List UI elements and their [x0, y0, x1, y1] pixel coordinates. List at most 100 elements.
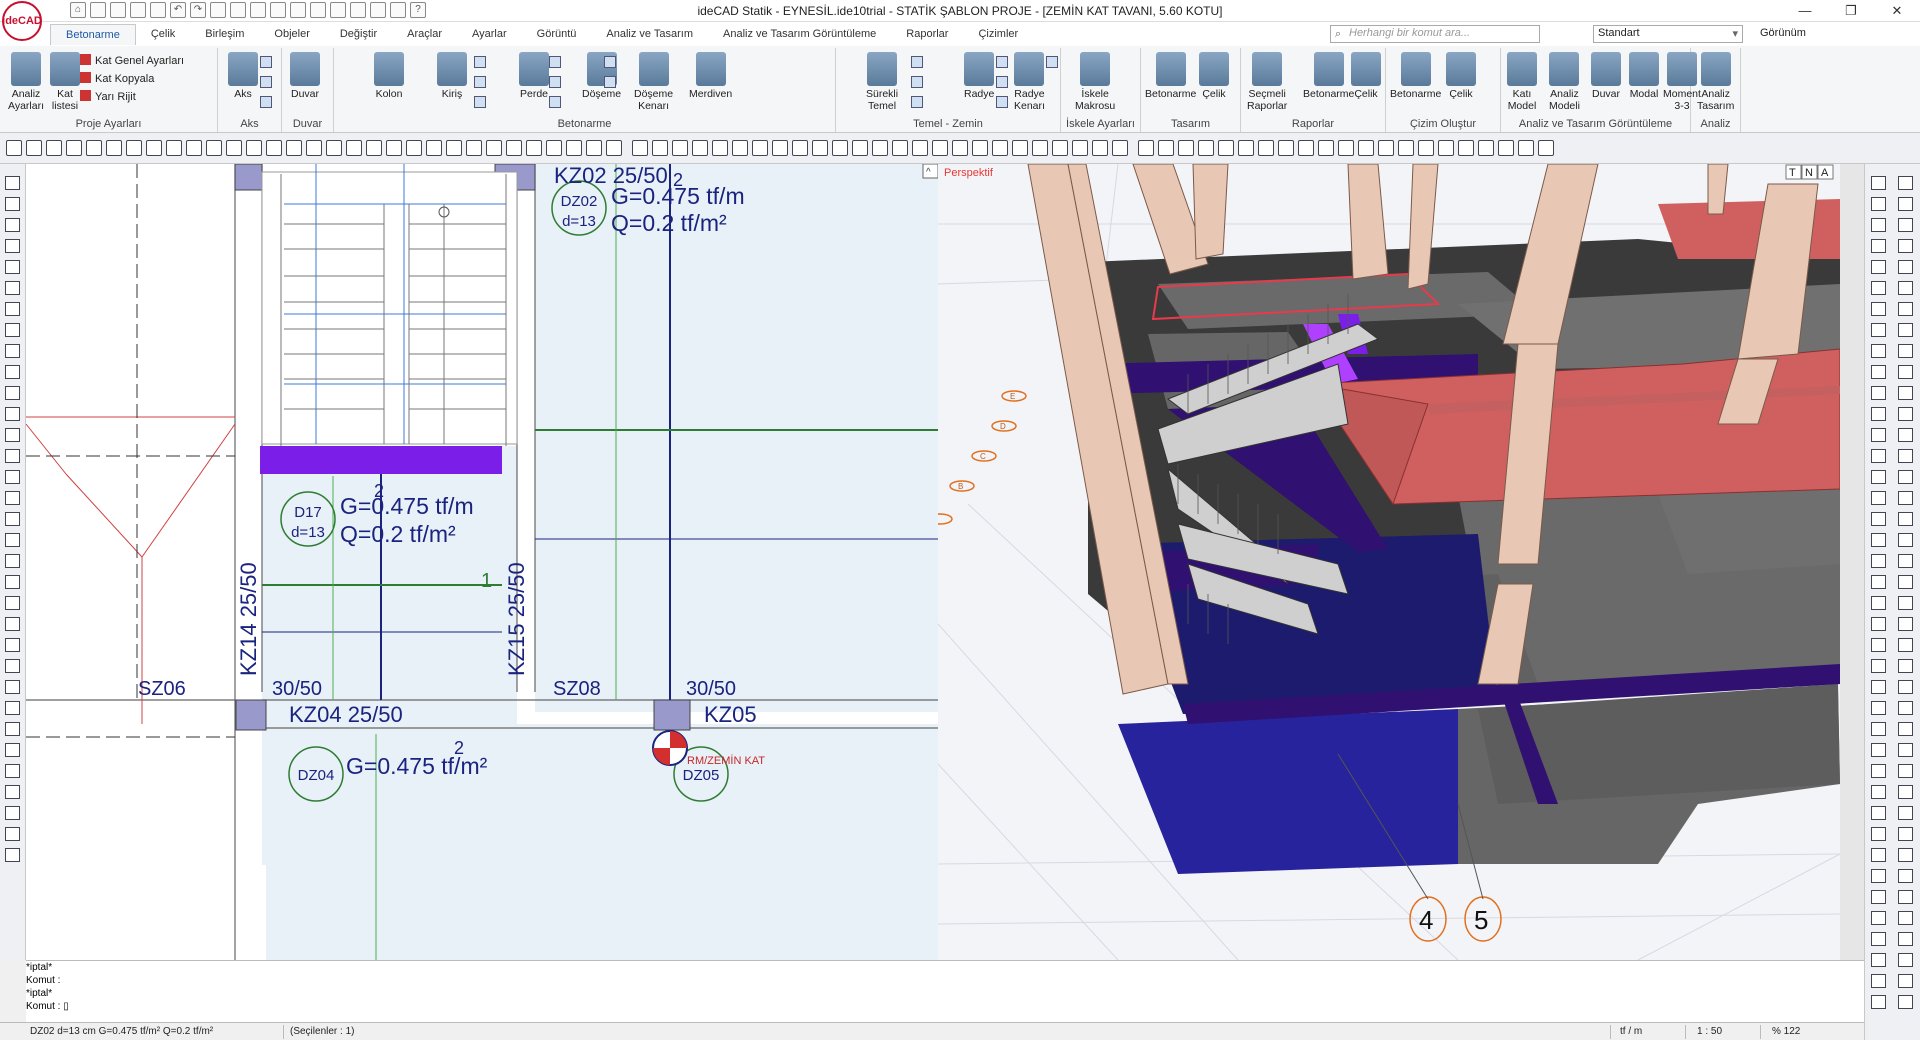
- ribbon-tool-icon[interactable]: [474, 96, 486, 108]
- ribbon-small-button[interactable]: Kat Kopyala: [80, 72, 154, 85]
- left-tool-icon[interactable]: [5, 365, 20, 379]
- toolbar-tool-icon[interactable]: [346, 140, 362, 156]
- toolbar-tool-icon[interactable]: [186, 140, 202, 156]
- ribbon-tool-icon[interactable]: [996, 76, 1008, 88]
- toolbar-tool-icon[interactable]: [506, 140, 522, 156]
- ribbon-button-aks[interactable]: Aks: [228, 52, 258, 100]
- left-tool-icon[interactable]: [5, 575, 20, 589]
- right-tool-icon[interactable]: [1898, 281, 1913, 295]
- status-zoom[interactable]: % 122: [1772, 1026, 1800, 1037]
- toolbar-tool-icon[interactable]: [606, 140, 622, 156]
- right-tool-icon[interactable]: [1871, 386, 1886, 400]
- ribbon-button-çelik[interactable]: Çelik: [1446, 52, 1476, 100]
- plan-view[interactable]: KZ02 25/50 KZ04 25/50 KZ05 SZ06 SZ08 30/…: [26, 164, 938, 960]
- left-tool-icon[interactable]: [5, 680, 20, 694]
- right-tool-icon[interactable]: [1898, 722, 1913, 736]
- toolbar-tool-icon[interactable]: [126, 140, 142, 156]
- style-select[interactable]: Standart ▾: [1593, 25, 1743, 43]
- left-tool-icon[interactable]: [5, 302, 20, 316]
- tab-çizimler[interactable]: Çizimler: [963, 24, 1033, 45]
- toolbar-tool-icon[interactable]: [526, 140, 542, 156]
- view-menu[interactable]: Görünüm: [1760, 27, 1806, 39]
- left-tool-icon[interactable]: [5, 617, 20, 631]
- right-tool-icon[interactable]: [1871, 848, 1886, 862]
- right-tool-icon[interactable]: [1871, 281, 1886, 295]
- ribbon-button-radye-kenarı[interactable]: Radye Kenarı: [1014, 52, 1045, 112]
- right-tool-icon[interactable]: [1898, 344, 1913, 358]
- ribbon-tool-icon[interactable]: [604, 76, 616, 88]
- left-tool-icon[interactable]: [5, 470, 20, 484]
- ribbon-button-kat-listesi[interactable]: Kat listesi: [50, 52, 80, 112]
- left-tool-icon[interactable]: [5, 218, 20, 232]
- toolbar-tool-icon[interactable]: [1398, 140, 1414, 156]
- right-tool-icon[interactable]: [1898, 197, 1913, 211]
- ribbon-small-button[interactable]: Kat Genel Ayarları: [80, 54, 184, 67]
- right-tool-icon[interactable]: [1871, 638, 1886, 652]
- toolbar-tool-icon[interactable]: [932, 140, 948, 156]
- right-tool-icon[interactable]: [1898, 974, 1913, 988]
- toolbar-tool-icon[interactable]: [426, 140, 442, 156]
- toolbar-tool-icon[interactable]: [246, 140, 262, 156]
- toolbar-tool-icon[interactable]: [852, 140, 868, 156]
- right-tool-icon[interactable]: [1898, 953, 1913, 967]
- ribbon-button-katı-model[interactable]: Katı Model: [1507, 52, 1537, 112]
- right-tool-icon[interactable]: [1898, 302, 1913, 316]
- ribbon-button-betonarme[interactable]: Betonarme: [1390, 52, 1441, 100]
- column-label-sz08[interactable]: SZ08: [553, 678, 601, 700]
- toolbar-tool-icon[interactable]: [912, 140, 928, 156]
- left-tool-icon[interactable]: [5, 533, 20, 547]
- right-tool-icon[interactable]: [1898, 911, 1913, 925]
- tab-görüntü[interactable]: Görüntü: [522, 24, 592, 45]
- right-tool-icon[interactable]: [1871, 596, 1886, 610]
- beam-label-kz14[interactable]: KZ14 25/50: [236, 562, 261, 676]
- tab-betonarme[interactable]: Betonarme: [50, 24, 136, 45]
- ribbon-tool-icon[interactable]: [911, 96, 923, 108]
- right-tool-icon[interactable]: [1871, 491, 1886, 505]
- left-tool-icon[interactable]: [5, 596, 20, 610]
- toolbar-tool-icon[interactable]: [326, 140, 342, 156]
- toolbar-tool-icon[interactable]: [772, 140, 788, 156]
- ribbon-button-analiz-tasarım[interactable]: Analiz Tasarım: [1697, 52, 1734, 112]
- toolbar-tool-icon[interactable]: [446, 140, 462, 156]
- toolbar-tool-icon[interactable]: [1012, 140, 1028, 156]
- right-tool-icon[interactable]: [1871, 428, 1886, 442]
- toolbar-tool-icon[interactable]: [266, 140, 282, 156]
- right-tool-icon[interactable]: [1898, 638, 1913, 652]
- right-tool-icon[interactable]: [1898, 827, 1913, 841]
- right-tool-icon[interactable]: [1898, 512, 1913, 526]
- toolbar-tool-icon[interactable]: [66, 140, 82, 156]
- beam-label-kz05[interactable]: KZ05: [704, 702, 757, 727]
- toolbar-tool-icon[interactable]: [86, 140, 102, 156]
- ribbon-button-merdiven[interactable]: Merdiven: [689, 52, 732, 100]
- selected-stair-landing[interactable]: [260, 446, 502, 474]
- restore-button[interactable]: ❐: [1828, 0, 1874, 22]
- ribbon-tool-icon[interactable]: [1046, 56, 1058, 68]
- left-tool-icon[interactable]: [5, 764, 20, 778]
- toolbar-tool-icon[interactable]: [486, 140, 502, 156]
- toolbar-tool-icon[interactable]: [892, 140, 908, 156]
- tab-birleşim[interactable]: Birleşim: [190, 24, 259, 45]
- toolbar-tool-icon[interactable]: [732, 140, 748, 156]
- command-prompt[interactable]: Komut : ▯: [26, 1000, 1864, 1013]
- ribbon-button-i-skele-makrosu[interactable]: İskele Makrosu: [1075, 52, 1115, 112]
- status-scale[interactable]: 1 : 50: [1697, 1026, 1722, 1037]
- ribbon-tool-icon[interactable]: [549, 76, 561, 88]
- left-tool-icon[interactable]: [5, 659, 20, 673]
- close-button[interactable]: ✕: [1874, 0, 1920, 22]
- left-tool-icon[interactable]: [5, 743, 20, 757]
- ribbon-tool-icon[interactable]: [911, 56, 923, 68]
- status-unit[interactable]: tf / m: [1620, 1026, 1642, 1037]
- right-tool-icon[interactable]: [1871, 575, 1886, 589]
- right-tool-icon[interactable]: [1898, 218, 1913, 232]
- view-axis-button[interactable]: A: [1821, 167, 1829, 179]
- ribbon-tool-icon[interactable]: [260, 76, 272, 88]
- toolbar-tool-icon[interactable]: [1518, 140, 1534, 156]
- toolbar-tool-icon[interactable]: [1258, 140, 1274, 156]
- left-tool-icon[interactable]: [5, 260, 20, 274]
- left-tool-icon[interactable]: [5, 239, 20, 253]
- right-tool-icon[interactable]: [1898, 176, 1913, 190]
- toolbar-tool-icon[interactable]: [566, 140, 582, 156]
- ribbon-tool-icon[interactable]: [549, 96, 561, 108]
- right-tool-icon[interactable]: [1898, 764, 1913, 778]
- toolbar-tool-icon[interactable]: [992, 140, 1008, 156]
